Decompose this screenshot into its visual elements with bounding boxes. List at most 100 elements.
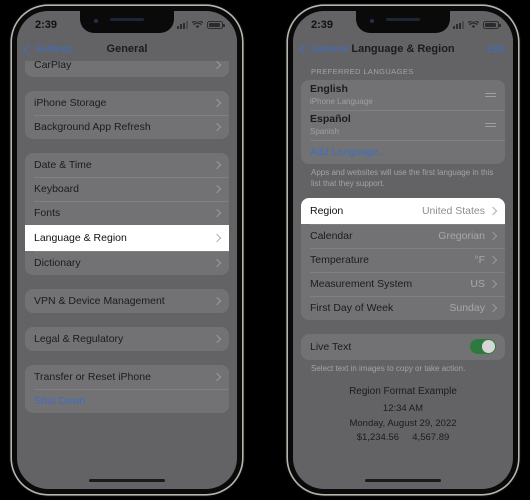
settings-row-date-time[interactable]: Date & Time: [25, 153, 229, 177]
example-time: 12:34 AM: [382, 403, 424, 415]
row-label: Keyboard: [34, 183, 79, 195]
add-language-button[interactable]: Add Language...: [301, 140, 505, 164]
settings-list-general[interactable]: CarPlay iPhone Storage Background App Re…: [17, 61, 237, 489]
settings-row-transfer-or-reset-iphone[interactable]: Transfer or Reset iPhone: [25, 365, 229, 389]
settings-row-calendar[interactable]: Calendar Gregorian: [301, 223, 505, 248]
home-indicator[interactable]: [365, 478, 441, 482]
settings-row-region[interactable]: Region United States: [301, 197, 505, 224]
chevron-right-icon: [488, 279, 498, 288]
settings-row-iphone-storage[interactable]: iPhone Storage: [25, 91, 229, 115]
settings-row-live-text[interactable]: Live Text: [301, 334, 505, 360]
chevron-left-icon: [299, 44, 310, 54]
settings-row-shut-down[interactable]: Shut Down: [25, 389, 229, 413]
language-text: Español Spanish: [310, 113, 485, 136]
left-phone-screen: 2:39 Settings General CarPlay iPhone Sto…: [17, 11, 237, 489]
example-currency: $1,234.56: [356, 431, 399, 443]
reorder-handle-icon[interactable]: [485, 122, 496, 128]
back-button-general[interactable]: General: [299, 43, 349, 55]
row-label: Fonts: [34, 207, 61, 219]
settings-row-measurement-system[interactable]: Measurement System US: [301, 271, 505, 296]
row-label: Dictionary: [34, 257, 81, 269]
back-button-label: Settings: [35, 43, 73, 55]
chevron-right-icon: [212, 233, 222, 243]
chevron-right-icon: [212, 334, 222, 344]
settings-row-keyboard[interactable]: Keyboard: [25, 177, 229, 201]
row-label: Background App Refresh: [34, 121, 151, 133]
chevron-right-icon: [212, 296, 222, 306]
chevron-right-icon: [212, 61, 222, 70]
row-label: Transfer or Reset iPhone: [34, 371, 151, 383]
row-label: Date & Time: [34, 159, 92, 171]
group-preferred-languages: English iPhone Language Español Spanish: [301, 80, 505, 164]
row-value: United States: [421, 204, 485, 217]
chevron-right-icon: [212, 98, 222, 108]
settings-row-carplay[interactable]: CarPlay: [25, 61, 229, 77]
row-value: °F: [474, 253, 485, 266]
language-detail: iPhone Language: [310, 96, 373, 106]
settings-row-fonts[interactable]: Fonts: [25, 201, 229, 225]
wifi-icon: [468, 21, 479, 29]
language-row-espanol[interactable]: Español Spanish: [301, 110, 505, 140]
row-label: Region: [310, 204, 344, 217]
language-row-english[interactable]: English iPhone Language: [301, 80, 505, 110]
settings-group-transfer-reset: Transfer or Reset iPhone Shut Down: [25, 365, 229, 413]
status-time: 2:39: [35, 19, 58, 31]
chevron-right-icon: [212, 160, 222, 170]
battery-icon: [483, 21, 501, 29]
footnote-preferred-languages: Apps and websites will use the first lan…: [311, 168, 494, 188]
reorder-handle-icon[interactable]: [485, 92, 496, 98]
settings-group-datetime: Date & Time Keyboard Fonts Language & Re…: [25, 153, 229, 275]
row-label: iPhone Storage: [34, 97, 107, 109]
live-text-toggle[interactable]: [470, 339, 496, 355]
settings-row-language-and-region[interactable]: Language & Region: [25, 225, 229, 251]
settings-group-legal: Legal & Regulatory: [25, 327, 229, 351]
notch: [80, 11, 174, 33]
section-header-preferred-languages: PREFERRED LANGUAGES: [311, 67, 414, 76]
settings-row-legal-regulatory[interactable]: Legal & Regulatory: [25, 327, 229, 351]
nav-bar-right: General Language & Region Edit: [293, 37, 513, 61]
language-name: Español: [310, 113, 351, 126]
toggle-knob: [482, 340, 495, 353]
chevron-right-icon: [212, 122, 222, 132]
edit-button[interactable]: Edit: [487, 43, 505, 55]
back-button-settings[interactable]: Settings: [23, 43, 73, 55]
group-region-settings: Region United States Calendar Gregorian …: [301, 197, 505, 320]
status-indicators: [453, 21, 501, 29]
row-label: VPN & Device Management: [34, 295, 165, 307]
example-numbers: $1,234.56 4,567.89: [301, 431, 505, 445]
row-label: Legal & Regulatory: [34, 333, 124, 345]
chevron-right-icon: [488, 206, 498, 215]
home-indicator[interactable]: [89, 478, 165, 482]
notch: [356, 11, 450, 33]
settings-row-temperature[interactable]: Temperature °F: [301, 247, 505, 272]
back-button-label: General: [311, 43, 349, 55]
wifi-icon: [192, 21, 203, 29]
example-number: 4,567.89: [412, 431, 450, 443]
chevron-right-icon: [212, 372, 222, 382]
settings-group-vpn: VPN & Device Management: [25, 289, 229, 313]
example-title: Region Format Example: [349, 386, 457, 398]
row-label: Live Text: [310, 340, 352, 353]
nav-bar-left: Settings General: [17, 37, 237, 61]
chevron-right-icon: [488, 303, 498, 312]
row-label: Shut Down: [34, 395, 86, 407]
chevron-right-icon: [488, 231, 498, 240]
settings-row-dictionary[interactable]: Dictionary: [25, 251, 229, 275]
row-value: Gregorian: [438, 229, 485, 242]
screenshot-stage: 2:39 Settings General CarPlay iPhone Sto…: [0, 0, 530, 500]
language-region-list[interactable]: PREFERRED LANGUAGES English iPhone Langu…: [293, 61, 513, 489]
cellular-signal-icon: [177, 21, 188, 29]
row-label: Add Language...: [310, 146, 388, 158]
status-indicators: [177, 21, 225, 29]
row-value: US: [470, 277, 485, 290]
front-camera-icon: [94, 19, 98, 23]
earpiece-speaker: [110, 18, 144, 21]
right-phone-screen: 2:39 General Language & Region Edit PREF…: [293, 11, 513, 489]
earpiece-speaker: [386, 18, 420, 21]
settings-row-background-app-refresh[interactable]: Background App Refresh: [25, 115, 229, 139]
region-format-example: Region Format Example 12:34 AM Monday, A…: [301, 386, 505, 445]
settings-row-first-day-of-week[interactable]: First Day of Week Sunday: [301, 295, 505, 320]
cellular-signal-icon: [453, 21, 464, 29]
settings-row-vpn-device-management[interactable]: VPN & Device Management: [25, 289, 229, 313]
left-phone-frame: 2:39 Settings General CarPlay iPhone Sto…: [12, 6, 242, 494]
